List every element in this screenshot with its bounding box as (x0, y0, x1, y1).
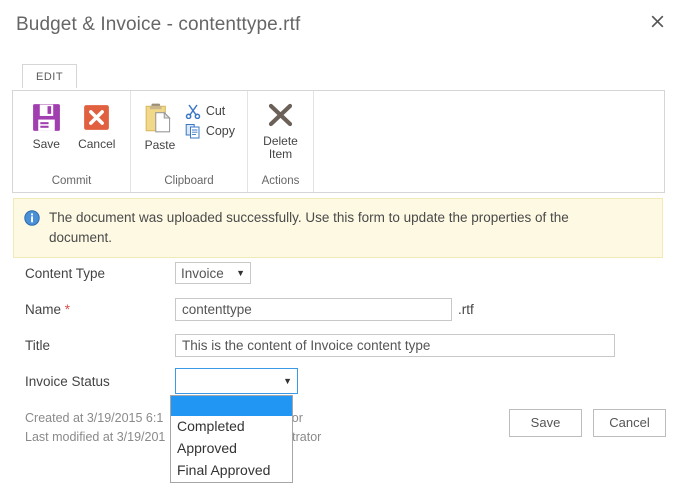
save-button-label: Save (33, 138, 60, 151)
dropdown-option-approved[interactable]: Approved (171, 438, 292, 460)
name-label-text: Name (25, 302, 61, 317)
dropdown-option-completed[interactable]: Completed (171, 416, 292, 438)
ribbon-group-commit: Save Cancel Commit (13, 91, 131, 192)
form-cancel-button[interactable]: Cancel (593, 409, 666, 437)
form-row-name: Name * .rtf (0, 291, 680, 327)
invoice-status-dropdown-list[interactable]: Completed Approved Final Approved (170, 395, 293, 483)
invoice-status-select[interactable]: ▼ (175, 368, 298, 394)
form-save-button[interactable]: Save (509, 409, 582, 437)
chevron-down-icon: ▼ (273, 376, 292, 386)
delete-x-icon (265, 101, 297, 131)
title-input[interactable] (175, 334, 615, 357)
form-action-buttons: Save Cancel (509, 409, 666, 437)
ribbon-tabstrip: EDIT (22, 64, 77, 91)
name-extension-label: .rtf (458, 302, 474, 317)
content-type-select-value: Invoice (181, 266, 224, 281)
cut-button-label: Cut (206, 104, 225, 118)
content-type-label: Content Type (25, 266, 175, 281)
save-floppy-icon (30, 101, 63, 134)
close-glyph (651, 15, 664, 28)
modified-info-prefix: Last modified at 3/19/201 (25, 430, 165, 444)
delete-item-label-line1: Delete (263, 135, 298, 148)
ribbon-group-clipboard: Paste Cut (131, 91, 248, 192)
chevron-down-icon: ▼ (226, 268, 245, 278)
copy-documents-icon (185, 123, 201, 139)
delete-item-label-line2: Item (269, 148, 292, 161)
form-row-content-type: Content Type Invoice ▼ (0, 255, 680, 291)
close-icon[interactable] (644, 8, 670, 34)
dropdown-option-blank[interactable] (171, 396, 292, 416)
save-button[interactable]: Save (21, 99, 72, 153)
notification-message: The document was uploaded successfully. … (49, 208, 609, 247)
name-input[interactable] (175, 298, 452, 321)
form-row-invoice-status: Invoice Status ▼ (0, 363, 680, 399)
form-row-title: Title (0, 327, 680, 363)
ribbon-group-label-actions: Actions (248, 175, 313, 192)
content-type-select[interactable]: Invoice ▼ (175, 262, 251, 284)
copy-button[interactable]: Copy (181, 121, 239, 141)
ribbon-group-label-clipboard: Clipboard (131, 175, 247, 192)
ribbon-filler (314, 91, 664, 192)
page-title: Budget & Invoice - contenttype.rtf (16, 14, 300, 36)
copy-button-label: Copy (206, 124, 235, 138)
properties-form: Content Type Invoice ▼ Name * .rtf Title… (0, 255, 680, 399)
dropdown-option-final-approved[interactable]: Final Approved (171, 460, 292, 482)
name-label: Name * (25, 302, 175, 317)
cut-scissors-icon (185, 103, 201, 119)
cut-button[interactable]: Cut (181, 101, 239, 121)
paste-clipboard-icon (143, 101, 177, 135)
cancel-x-icon (80, 101, 113, 134)
notification-bar: The document was uploaded successfully. … (13, 198, 663, 258)
name-required-marker: * (65, 302, 70, 317)
cancel-button-label: Cancel (78, 138, 115, 151)
paste-button[interactable]: Paste (139, 99, 181, 154)
tab-edit[interactable]: EDIT (22, 64, 77, 88)
delete-item-button[interactable]: Delete Item (250, 99, 311, 163)
clipboard-small-buttons: Cut Copy (181, 99, 239, 141)
created-info-prefix: Created at 3/19/2015 6:1 (25, 411, 163, 425)
invoice-status-label: Invoice Status (25, 374, 175, 389)
title-label: Title (25, 338, 175, 353)
cancel-button[interactable]: Cancel (72, 99, 123, 153)
paste-button-label: Paste (145, 139, 176, 152)
ribbon: Save Cancel Commit (12, 90, 665, 193)
ribbon-group-label-commit: Commit (13, 175, 130, 192)
info-icon (24, 210, 40, 226)
ribbon-group-actions: Delete Item Actions (248, 91, 314, 192)
